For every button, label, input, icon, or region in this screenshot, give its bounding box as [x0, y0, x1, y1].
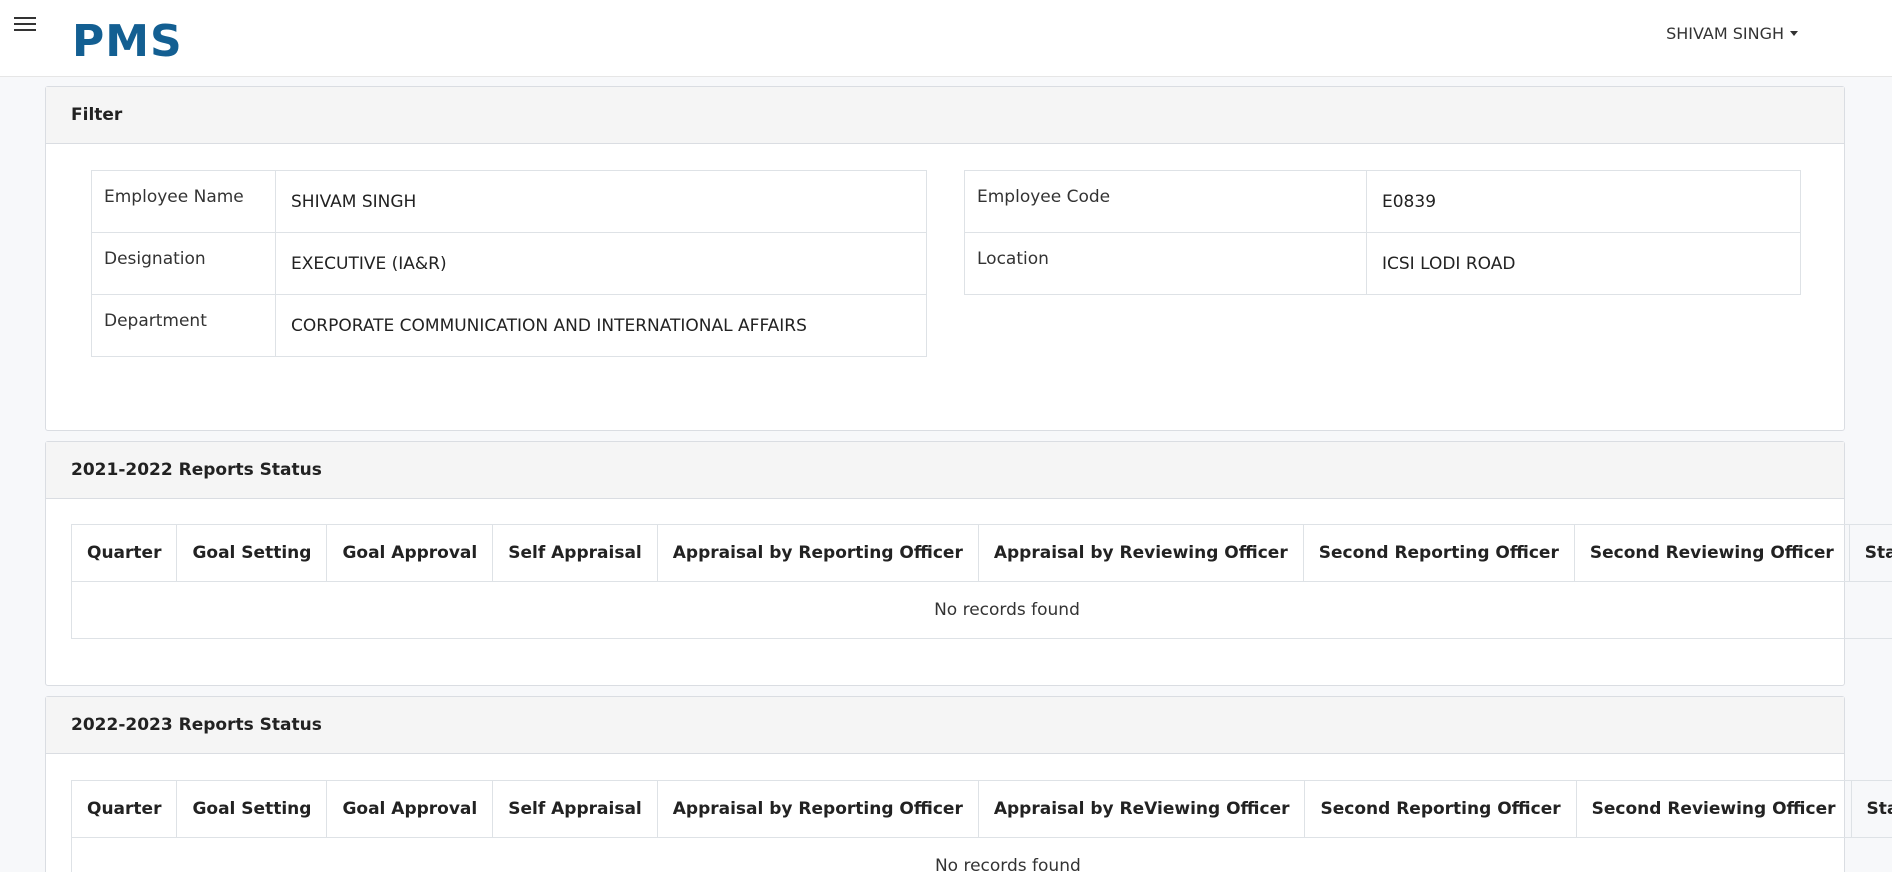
col-goal-setting: Goal Setting — [176, 524, 328, 582]
user-name: SHIVAM SINGH — [1666, 24, 1784, 43]
no-records-message: No records found — [71, 837, 1892, 872]
info-row-employee-name: Employee Name SHIVAM SINGH — [91, 170, 927, 233]
report-table-2021-2022: Quarter Goal Setting Goal Approval Self … — [70, 524, 1892, 639]
report-card-title: 2021-2022 Reports Status — [46, 442, 1844, 499]
col-status: Status — [1848, 524, 1892, 582]
col-second-reporting-officer: Second Reporting Officer — [1304, 780, 1577, 838]
user-menu-dropdown[interactable]: SHIVAM SINGH — [1666, 22, 1798, 46]
report-table-2022-2023: Quarter Goal Setting Goal Approval Self … — [70, 780, 1892, 872]
info-row-employee-code: Employee Code E0839 — [964, 170, 1801, 233]
col-self-appraisal: Self Appraisal — [492, 524, 658, 582]
table-row: No records found — [71, 581, 1892, 639]
employee-code-value: E0839 — [1366, 170, 1801, 233]
app-logo[interactable]: PMS — [72, 14, 183, 70]
employee-info-table-right: Employee Code E0839 Location ICSI LODI R… — [964, 170, 1801, 295]
col-second-reporting-officer: Second Reporting Officer — [1302, 524, 1575, 582]
col-goal-approval: Goal Approval — [326, 780, 494, 838]
info-row-location: Location ICSI LODI ROAD — [964, 232, 1801, 295]
report-table-header-row: Quarter Goal Setting Goal Approval Self … — [70, 780, 1892, 838]
report-table-header-row: Quarter Goal Setting Goal Approval Self … — [70, 524, 1892, 582]
col-self-appraisal: Self Appraisal — [492, 780, 658, 838]
designation-label: Designation — [91, 232, 276, 295]
employee-name-value: SHIVAM SINGH — [275, 170, 927, 233]
col-quarter: Quarter — [70, 524, 178, 582]
col-appraisal-reviewing-officer: Appraisal by ReViewing Officer — [977, 780, 1306, 838]
hamburger-menu-icon[interactable] — [14, 14, 36, 36]
col-goal-setting: Goal Setting — [176, 780, 328, 838]
filter-card-title: Filter — [46, 87, 1844, 144]
col-second-reviewing-officer: Second Reviewing Officer — [1575, 780, 1852, 838]
report-card-2022-2023: 2022-2023 Reports Status Quarter Goal Se… — [45, 696, 1892, 872]
designation-value: EXECUTIVE (IA&R) — [275, 232, 927, 295]
col-appraisal-reviewing-officer: Appraisal by Reviewing Officer — [977, 524, 1304, 582]
col-appraisal-reporting-officer: Appraisal by Reporting Officer — [656, 524, 979, 582]
employee-info-table-left: Employee Name SHIVAM SINGH Designation E… — [91, 170, 927, 357]
caret-down-icon — [1790, 31, 1798, 36]
department-label: Department — [91, 294, 276, 357]
filter-card: Filter Employee Name SHIVAM SINGH Design… — [45, 86, 1845, 431]
employee-code-label: Employee Code — [964, 170, 1367, 233]
col-appraisal-reporting-officer: Appraisal by Reporting Officer — [656, 780, 979, 838]
col-quarter: Quarter — [70, 780, 178, 838]
report-card-2021-2022: 2021-2022 Reports Status Quarter Goal Se… — [45, 441, 1892, 686]
info-row-department: Department CORPORATE COMMUNICATION AND I… — [91, 294, 927, 357]
employee-name-label: Employee Name — [91, 170, 276, 233]
col-second-reviewing-officer: Second Reviewing Officer — [1573, 524, 1850, 582]
info-row-designation: Designation EXECUTIVE (IA&R) — [91, 232, 927, 295]
report-card-title: 2022-2023 Reports Status — [46, 697, 1844, 754]
no-records-message: No records found — [71, 581, 1892, 639]
table-row: No records found — [71, 837, 1892, 872]
col-status: Status — [1850, 780, 1892, 838]
top-navbar: PMS SHIVAM SINGH — [0, 0, 1892, 77]
col-goal-approval: Goal Approval — [326, 524, 494, 582]
location-value: ICSI LODI ROAD — [1366, 232, 1801, 295]
department-value: CORPORATE COMMUNICATION AND INTERNATIONA… — [275, 294, 927, 357]
location-label: Location — [964, 232, 1367, 295]
